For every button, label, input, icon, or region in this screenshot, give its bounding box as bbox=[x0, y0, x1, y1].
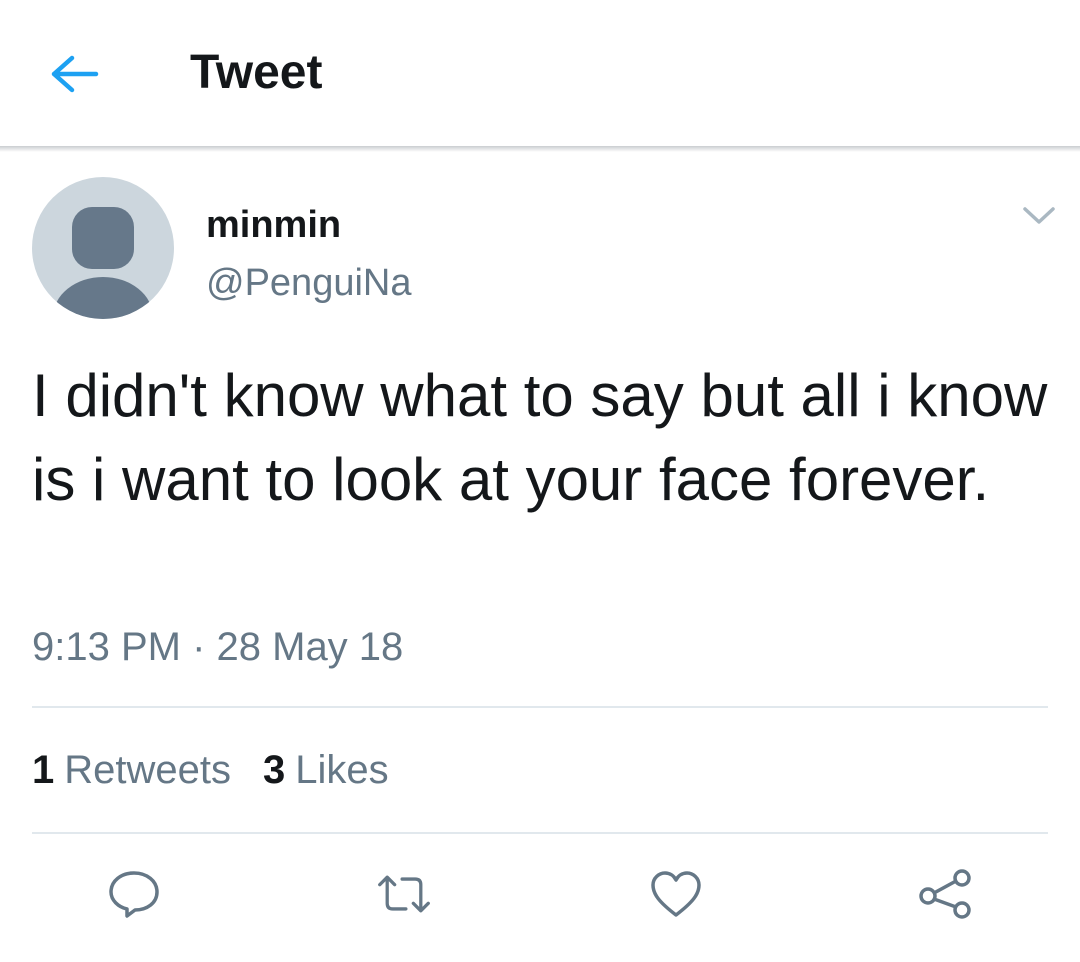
retweet-button[interactable] bbox=[376, 866, 432, 922]
header-divider bbox=[0, 146, 1080, 152]
likes-stat[interactable]: 3 Likes bbox=[263, 744, 389, 796]
retweets-label: Retweets bbox=[64, 748, 231, 792]
chevron-down-icon bbox=[1023, 207, 1055, 224]
author-handle[interactable]: @PenguiNa bbox=[206, 260, 411, 306]
share-button[interactable] bbox=[918, 866, 974, 922]
back-button[interactable] bbox=[46, 48, 104, 100]
reply-icon bbox=[109, 871, 159, 918]
tweet-timestamp: 9:13 PM · 28 May 18 bbox=[32, 625, 404, 669]
retweets-stat[interactable]: 1 Retweets bbox=[32, 744, 231, 796]
tweet-stats: 1 Retweets 3 Likes bbox=[32, 744, 421, 796]
reply-button[interactable] bbox=[106, 866, 162, 922]
retweets-count: 1 bbox=[32, 748, 55, 792]
top-bar: Tweet bbox=[0, 0, 1080, 148]
default-profile-icon bbox=[53, 207, 153, 319]
tweet-text: I didn't know what to say but all i know… bbox=[32, 362, 1048, 513]
likes-count: 3 bbox=[263, 748, 286, 792]
heart-icon bbox=[651, 871, 701, 917]
author-name[interactable]: minmin bbox=[206, 202, 341, 248]
arrow-left-icon bbox=[51, 55, 99, 93]
like-button[interactable] bbox=[648, 866, 704, 922]
divider bbox=[32, 832, 1048, 834]
divider bbox=[32, 706, 1048, 708]
likes-label: Likes bbox=[295, 748, 389, 792]
tweet-detail-page: Tweet minmin @PenguiNa I didn't know wha… bbox=[0, 0, 1080, 962]
share-icon bbox=[919, 869, 971, 919]
retweet-icon bbox=[378, 875, 430, 913]
tweet-menu-button[interactable] bbox=[1018, 200, 1060, 232]
avatar[interactable] bbox=[32, 177, 174, 319]
page-title: Tweet bbox=[190, 46, 323, 99]
